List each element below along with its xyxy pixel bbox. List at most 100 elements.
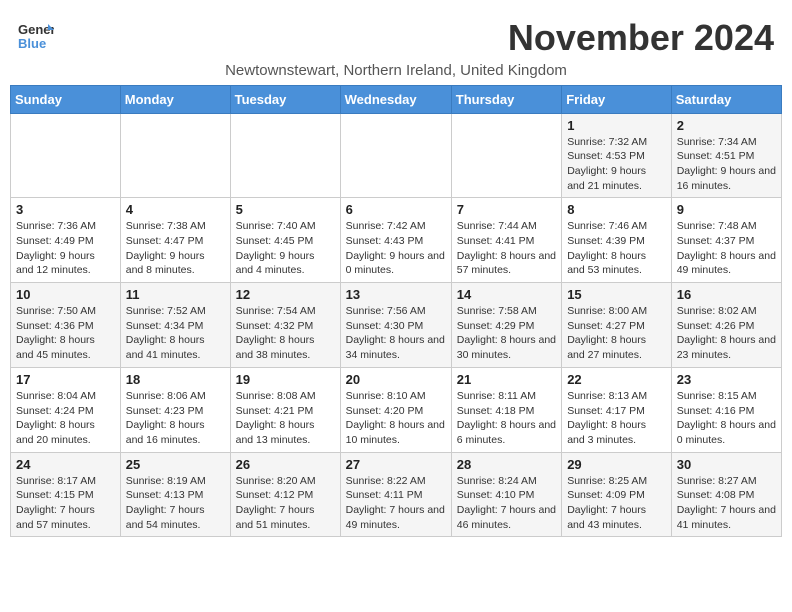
day-number: 18: [126, 372, 225, 387]
table-row: 13 Sunrise: 7:56 AMSunset: 4:30 PMDayligh…: [340, 283, 451, 368]
table-row: 22Sunrise: 8:13 AMSunset: 4:17 PMDayligh…: [562, 367, 672, 452]
table-row: 21Sunrise: 8:11 AMSunset: 4:18 PMDayligh…: [451, 367, 561, 452]
day-info: Sunrise: 7:44 AMSunset: 4:41 PMDaylight:…: [457, 219, 556, 278]
day-info: Sunrise: 7:52 AMSunset: 4:34 PMDaylight:…: [126, 304, 225, 363]
logo-svg: General Blue: [18, 18, 54, 54]
day-info: Sunrise: 7:56 AMSunset: 4:30 PMDaylight:…: [346, 304, 446, 363]
table-row: 24 Sunrise: 8:17 AMSunset: 4:15 PMDayligh…: [11, 452, 121, 537]
table-row: 23Sunrise: 8:15 AMSunset: 4:16 PMDayligh…: [671, 367, 781, 452]
day-number: 1: [567, 118, 666, 133]
table-row: 1 Sunrise: 7:32 AMSunset: 4:53 PMDaylight…: [562, 113, 672, 198]
day-info: Sunrise: 8:19 AMSunset: 4:13 PMDaylight:…: [126, 474, 225, 533]
calendar-table: Sunday Monday Tuesday Wednesday Thursday…: [10, 85, 782, 538]
header-sunday: Sunday: [11, 85, 121, 113]
day-info: Sunrise: 8:24 AMSunset: 4:10 PMDaylight:…: [457, 474, 556, 533]
day-number: 8: [567, 202, 666, 217]
page-header: General Blue November 2024: [10, 10, 782, 58]
day-number: 10: [16, 287, 115, 302]
header-thursday: Thursday: [451, 85, 561, 113]
day-info: Sunrise: 8:06 AMSunset: 4:23 PMDaylight:…: [126, 389, 225, 448]
day-info: Sunrise: 8:00 AMSunset: 4:27 PMDaylight:…: [567, 304, 666, 363]
day-info: Sunrise: 8:08 AMSunset: 4:21 PMDaylight:…: [236, 389, 335, 448]
day-number: 12: [236, 287, 335, 302]
day-number: 11: [126, 287, 225, 302]
table-row: 10 Sunrise: 7:50 AMSunset: 4:36 PMDayligh…: [11, 283, 121, 368]
table-row: 2Sunrise: 7:34 AMSunset: 4:51 PMDaylight…: [671, 113, 781, 198]
table-row: 17 Sunrise: 8:04 AMSunset: 4:24 PMDayligh…: [11, 367, 121, 452]
day-number: 9: [677, 202, 776, 217]
month-title: November 2024: [508, 18, 774, 58]
day-info: Sunrise: 8:04 AMSunset: 4:24 PMDaylight:…: [16, 389, 115, 448]
day-info: Sunrise: 8:27 AMSunset: 4:08 PMDaylight:…: [677, 474, 776, 533]
day-number: 13: [346, 287, 446, 302]
day-number: 29: [567, 457, 666, 472]
day-number: 14: [457, 287, 556, 302]
table-row: 30 Sunrise: 8:27 AMSunset: 4:08 PMDayligh…: [671, 452, 781, 537]
day-info: Sunrise: 7:58 AMSunset: 4:29 PMDaylight:…: [457, 304, 556, 363]
day-info: Sunrise: 7:50 AMSunset: 4:36 PMDaylight:…: [16, 304, 115, 363]
svg-text:Blue: Blue: [18, 36, 46, 51]
table-row: 28 Sunrise: 8:24 AMSunset: 4:10 PMDayligh…: [451, 452, 561, 537]
calendar-week-row: 10 Sunrise: 7:50 AMSunset: 4:36 PMDayligh…: [11, 283, 782, 368]
table-row: [340, 113, 451, 198]
day-info: Sunrise: 7:40 AMSunset: 4:45 PMDaylight:…: [236, 219, 335, 278]
table-row: 9 Sunrise: 7:48 AMSunset: 4:37 PMDaylight…: [671, 198, 781, 283]
day-number: 24: [16, 457, 115, 472]
day-info: Sunrise: 7:48 AMSunset: 4:37 PMDaylight:…: [677, 219, 776, 278]
day-info: Sunrise: 8:02 AMSunset: 4:26 PMDaylight:…: [677, 304, 776, 363]
table-row: [120, 113, 230, 198]
table-row: 25 Sunrise: 8:19 AMSunset: 4:13 PMDayligh…: [120, 452, 230, 537]
table-row: 8 Sunrise: 7:46 AMSunset: 4:39 PMDaylight…: [562, 198, 672, 283]
day-number: 22: [567, 372, 666, 387]
day-number: 5: [236, 202, 335, 217]
table-row: 12 Sunrise: 7:54 AMSunset: 4:32 PMDayligh…: [230, 283, 340, 368]
day-number: 28: [457, 457, 556, 472]
table-row: 16 Sunrise: 8:02 AMSunset: 4:26 PMDayligh…: [671, 283, 781, 368]
calendar-week-row: 17 Sunrise: 8:04 AMSunset: 4:24 PMDayligh…: [11, 367, 782, 452]
day-info: Sunrise: 7:46 AMSunset: 4:39 PMDaylight:…: [567, 219, 666, 278]
table-row: 18 Sunrise: 8:06 AMSunset: 4:23 PMDayligh…: [120, 367, 230, 452]
table-row: 7 Sunrise: 7:44 AMSunset: 4:41 PMDaylight…: [451, 198, 561, 283]
day-info: Sunrise: 7:34 AMSunset: 4:51 PMDaylight:…: [677, 135, 776, 194]
calendar-week-row: 1 Sunrise: 7:32 AMSunset: 4:53 PMDaylight…: [11, 113, 782, 198]
day-info: Sunrise: 8:10 AMSunset: 4:20 PMDaylight:…: [346, 389, 446, 448]
table-row: 5 Sunrise: 7:40 AMSunset: 4:45 PMDaylight…: [230, 198, 340, 283]
calendar-week-row: 3 Sunrise: 7:36 AMSunset: 4:49 PMDaylight…: [11, 198, 782, 283]
day-number: 16: [677, 287, 776, 302]
table-row: 19Sunrise: 8:08 AMSunset: 4:21 PMDayligh…: [230, 367, 340, 452]
title-section: November 2024: [508, 18, 774, 58]
table-row: 3 Sunrise: 7:36 AMSunset: 4:49 PMDaylight…: [11, 198, 121, 283]
table-row: 15 Sunrise: 8:00 AMSunset: 4:27 PMDayligh…: [562, 283, 672, 368]
day-number: 21: [457, 372, 556, 387]
day-info: Sunrise: 8:25 AMSunset: 4:09 PMDaylight:…: [567, 474, 666, 533]
day-info: Sunrise: 8:15 AMSunset: 4:16 PMDaylight:…: [677, 389, 776, 448]
header-tuesday: Tuesday: [230, 85, 340, 113]
header-wednesday: Wednesday: [340, 85, 451, 113]
header-monday: Monday: [120, 85, 230, 113]
day-number: 7: [457, 202, 556, 217]
day-info: Sunrise: 7:32 AMSunset: 4:53 PMDaylight:…: [567, 135, 666, 194]
day-info: Sunrise: 7:36 AMSunset: 4:49 PMDaylight:…: [16, 219, 115, 278]
day-number: 25: [126, 457, 225, 472]
table-row: 14 Sunrise: 7:58 AMSunset: 4:29 PMDayligh…: [451, 283, 561, 368]
day-info: Sunrise: 8:17 AMSunset: 4:15 PMDaylight:…: [16, 474, 115, 533]
day-number: 17: [16, 372, 115, 387]
table-row: 29 Sunrise: 8:25 AMSunset: 4:09 PMDayligh…: [562, 452, 672, 537]
table-row: 6Sunrise: 7:42 AMSunset: 4:43 PMDaylight…: [340, 198, 451, 283]
day-info: Sunrise: 7:54 AMSunset: 4:32 PMDaylight:…: [236, 304, 335, 363]
day-info: Sunrise: 8:20 AMSunset: 4:12 PMDaylight:…: [236, 474, 335, 533]
day-number: 3: [16, 202, 115, 217]
calendar-week-row: 24 Sunrise: 8:17 AMSunset: 4:15 PMDayligh…: [11, 452, 782, 537]
table-row: 27Sunrise: 8:22 AMSunset: 4:11 PMDayligh…: [340, 452, 451, 537]
day-number: 26: [236, 457, 335, 472]
day-number: 4: [126, 202, 225, 217]
day-info: Sunrise: 7:38 AMSunset: 4:47 PMDaylight:…: [126, 219, 225, 278]
day-info: Sunrise: 8:22 AMSunset: 4:11 PMDaylight:…: [346, 474, 446, 533]
calendar-header-row: Sunday Monday Tuesday Wednesday Thursday…: [11, 85, 782, 113]
day-number: 30: [677, 457, 776, 472]
table-row: [11, 113, 121, 198]
location-subtitle: Newtownstewart, Northern Ireland, United…: [10, 62, 782, 79]
day-number: 15: [567, 287, 666, 302]
header-friday: Friday: [562, 85, 672, 113]
table-row: [451, 113, 561, 198]
